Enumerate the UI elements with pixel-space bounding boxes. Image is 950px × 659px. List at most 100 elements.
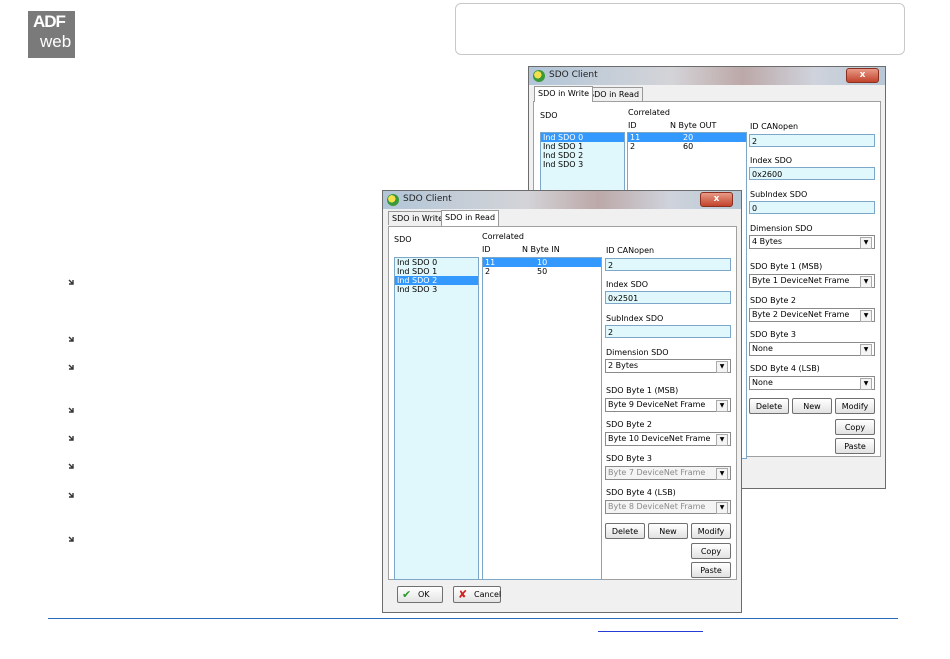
sdo-byte3-label: SDO Byte 3 xyxy=(750,330,796,339)
subindex-sdo-field[interactable]: 0 xyxy=(749,201,875,214)
paste-button[interactable]: Paste xyxy=(691,562,731,578)
row-nbyte: 60 xyxy=(683,142,694,151)
index-sdo-field[interactable]: 0x2600 xyxy=(749,167,875,180)
sdo-byte3-select[interactable]: None ▼ xyxy=(749,342,875,356)
tab-sdo-in-write[interactable]: SDO in Write xyxy=(388,211,448,225)
id-canopen-label: ID CANopen xyxy=(606,246,655,255)
subindex-sdo-label: SubIndex SDO xyxy=(750,190,808,199)
close-button[interactable]: x xyxy=(846,68,879,83)
sdo-list[interactable]: Ind SDO 0 Ind SDO 1 Ind SDO 2 Ind SDO 3 xyxy=(394,257,479,580)
row-id: 11 xyxy=(485,258,496,267)
chevron-down-icon: ▼ xyxy=(716,502,728,514)
adfweb-logo: ADF web xyxy=(28,11,75,58)
bullet-arrow-icon xyxy=(67,335,77,345)
byte4-value: Byte 8 DeviceNet Frame xyxy=(608,502,706,511)
list-item[interactable]: Ind SDO 2 xyxy=(395,276,478,285)
id-canopen-field[interactable]: 2 xyxy=(749,134,875,147)
list-item[interactable]: Ind SDO 1 xyxy=(541,142,624,151)
byte2-value: Byte 2 DeviceNet Frame xyxy=(752,310,850,319)
dimension-sdo-select[interactable]: 2 Bytes ▼ xyxy=(605,359,731,373)
dimension-sdo-label: Dimension SDO xyxy=(750,224,813,233)
subindex-sdo-label: SubIndex SDO xyxy=(606,314,664,323)
table-row[interactable]: 11 10 xyxy=(483,258,601,267)
copy-button[interactable]: Copy xyxy=(835,419,875,435)
sdo-byte2-label: SDO Byte 2 xyxy=(606,420,652,429)
index-sdo-label: Index SDO xyxy=(750,156,793,165)
dimension-value: 4 Bytes xyxy=(752,237,783,246)
row-id: 2 xyxy=(485,267,491,276)
byte2-value: Byte 10 DeviceNet Frame xyxy=(608,434,711,443)
id-canopen-field[interactable]: 2 xyxy=(605,258,731,271)
titlebar: SDO Client x xyxy=(529,67,885,85)
sdo-byte2-label: SDO Byte 2 xyxy=(750,296,796,305)
bullet-arrow-icon xyxy=(67,406,77,416)
byte3-value: Byte 7 DeviceNet Frame xyxy=(608,468,706,477)
modify-button[interactable]: Modify xyxy=(835,398,875,414)
close-button[interactable]: x xyxy=(700,192,733,207)
dimension-value: 2 Bytes xyxy=(608,361,639,370)
cancel-button[interactable]: ✘ Cancel xyxy=(453,586,501,603)
app-icon xyxy=(533,70,545,82)
chevron-down-icon: ▼ xyxy=(716,468,728,480)
sdo-byte2-select[interactable]: Byte 2 DeviceNet Frame ▼ xyxy=(749,308,875,322)
ok-button[interactable]: ✔ OK xyxy=(397,586,443,603)
paste-button[interactable]: Paste xyxy=(835,438,875,454)
new-button[interactable]: New xyxy=(648,523,688,539)
correlated-list[interactable]: 11 10 2 50 xyxy=(482,257,602,580)
list-item[interactable]: Ind SDO 2 xyxy=(541,151,624,160)
bullet-arrow-icon xyxy=(67,278,77,288)
list-item[interactable]: Ind SDO 0 xyxy=(395,258,478,267)
row-id: 11 xyxy=(630,133,641,142)
index-sdo-field[interactable]: 0x2501 xyxy=(605,291,731,304)
dialog-title: SDO Client xyxy=(549,70,598,80)
new-button[interactable]: New xyxy=(792,398,832,414)
dimension-sdo-select[interactable]: 4 Bytes ▼ xyxy=(749,235,875,249)
sdo-byte1-label: SDO Byte 1 (MSB) xyxy=(750,262,823,271)
col-id-header: ID xyxy=(628,121,637,130)
footer-link-underline[interactable] xyxy=(598,631,703,632)
table-row[interactable]: 2 50 xyxy=(483,267,601,276)
chevron-down-icon: ▼ xyxy=(716,434,728,446)
delete-button[interactable]: Delete xyxy=(749,398,789,414)
sdo-byte3-select[interactable]: Byte 7 DeviceNet Frame ▼ xyxy=(605,466,731,480)
list-item[interactable]: Ind SDO 3 xyxy=(395,285,478,294)
list-item[interactable]: Ind SDO 1 xyxy=(395,267,478,276)
modify-button[interactable]: Modify xyxy=(691,523,731,539)
checkmark-icon: ✔ xyxy=(402,588,412,601)
bullet-arrow-icon xyxy=(67,434,77,444)
sdo-byte1-select[interactable]: Byte 9 DeviceNet Frame ▼ xyxy=(605,398,731,412)
delete-button[interactable]: Delete xyxy=(605,523,645,539)
chevron-down-icon: ▼ xyxy=(860,344,872,356)
col-nbyte-header: N Byte OUT xyxy=(670,121,717,130)
table-row[interactable]: 2 60 xyxy=(628,142,746,151)
list-item[interactable]: Ind SDO 3 xyxy=(541,160,624,169)
x-icon: ✘ xyxy=(458,588,468,601)
byte4-value: None xyxy=(752,378,773,387)
bullet-arrow-icon xyxy=(67,491,77,501)
sdo-byte1-select[interactable]: Byte 1 DeviceNet Frame ▼ xyxy=(749,274,875,288)
tab-sdo-in-write[interactable]: SDO in Write xyxy=(534,86,594,102)
sdo-byte4-select[interactable]: Byte 8 DeviceNet Frame ▼ xyxy=(605,500,731,514)
sdo-client-read-dialog: SDO Client x SDO in Write SDO in Read SD… xyxy=(382,190,742,613)
sdo-byte2-select[interactable]: Byte 10 DeviceNet Frame ▼ xyxy=(605,432,731,446)
table-row[interactable]: 11 20 xyxy=(628,133,746,142)
sdo-byte4-select[interactable]: None ▼ xyxy=(749,376,875,390)
cancel-label: Cancel xyxy=(474,590,502,599)
list-item[interactable]: Ind SDO 0 xyxy=(541,133,624,142)
copy-button[interactable]: Copy xyxy=(691,543,731,559)
row-nbyte: 20 xyxy=(683,133,694,142)
sdo-byte4-label: SDO Byte 4 (LSB) xyxy=(750,364,820,373)
footer-divider xyxy=(48,618,898,619)
dimension-sdo-label: Dimension SDO xyxy=(606,348,669,357)
sdo-byte3-label: SDO Byte 3 xyxy=(606,454,652,463)
row-nbyte: 10 xyxy=(537,258,548,267)
tab-sdo-in-read[interactable]: SDO in Read xyxy=(441,210,500,226)
chevron-down-icon: ▼ xyxy=(716,400,728,412)
correlated-label: Correlated xyxy=(628,108,670,117)
sdo-byte4-label: SDO Byte 4 (LSB) xyxy=(606,488,676,497)
tab-sdo-in-read[interactable]: SDO in Read xyxy=(585,87,644,101)
index-sdo-label: Index SDO xyxy=(606,280,649,289)
subindex-sdo-field[interactable]: 2 xyxy=(605,325,731,338)
chevron-down-icon: ▼ xyxy=(860,310,872,322)
chevron-down-icon: ▼ xyxy=(716,361,728,373)
